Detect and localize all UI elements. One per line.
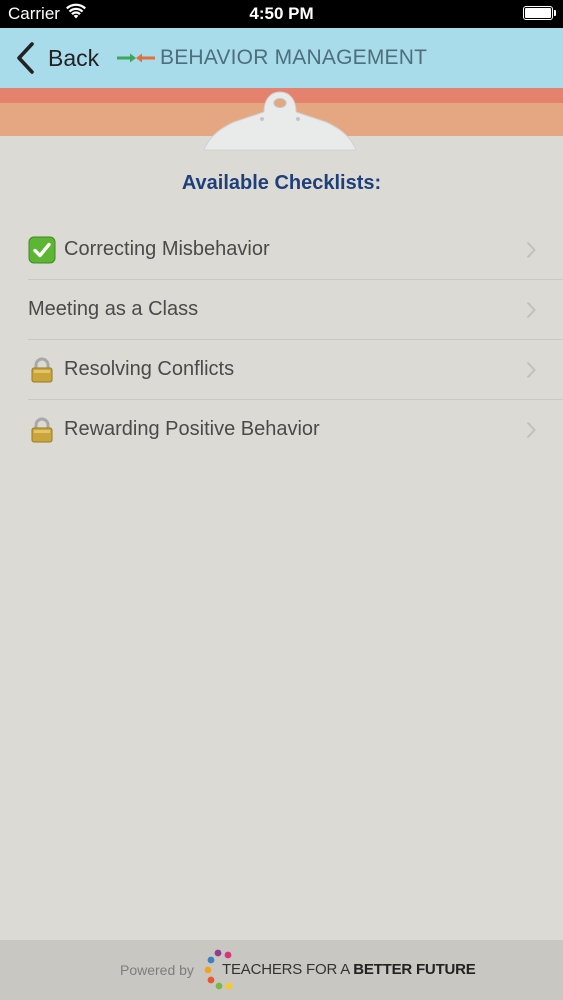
battery-icon [523,6,556,20]
status-time: 4:50 PM [249,4,314,23]
list-item[interactable]: Rewarding Positive Behavior [28,400,563,459]
checklist-list: Correcting Misbehavior Meeting as a Clas… [28,220,563,459]
list-item[interactable]: Meeting as a Class [28,280,563,340]
chevron-right-icon [526,241,536,259]
list-item-label: Correcting Misbehavior [64,238,270,260]
powered-by-label: Powered by [120,962,194,978]
footer: Powered by TEACHERS FOR A BETTER FUTURE [0,940,563,1000]
back-button-label: Back [48,44,100,71]
chevron-right-icon [526,301,536,319]
organization-name: TEACHERS FOR A BETTER FUTURE [222,961,476,978]
navigation-bar: Back BEHAVIOR MANAGEMENT [0,28,563,88]
list-item[interactable]: Resolving Conflicts [28,340,563,400]
list-item-label: Meeting as a Class [28,298,199,320]
clipboard-clip-icon [203,91,357,151]
lock-icon [31,357,53,382]
chevron-right-icon [526,421,536,439]
lock-icon [31,417,53,442]
list-item-label: Resolving Conflicts [64,358,235,380]
chevron-right-icon [526,361,536,379]
converging-arrows-icon [117,53,155,63]
status-bar: Carrier 4:50 PM [0,0,563,28]
list-item-label: Rewarding Positive Behavior [64,418,320,440]
page-title: BEHAVIOR MANAGEMENT [160,46,428,69]
check-mark-icon [28,236,56,263]
list-item[interactable]: Correcting Misbehavior [28,220,563,280]
back-button[interactable]: Back [14,40,99,76]
checklists-heading: Available Checklists: [181,172,382,194]
chevron-left-icon [17,42,34,74]
nav-title-group: BEHAVIOR MANAGEMENT [116,44,427,72]
